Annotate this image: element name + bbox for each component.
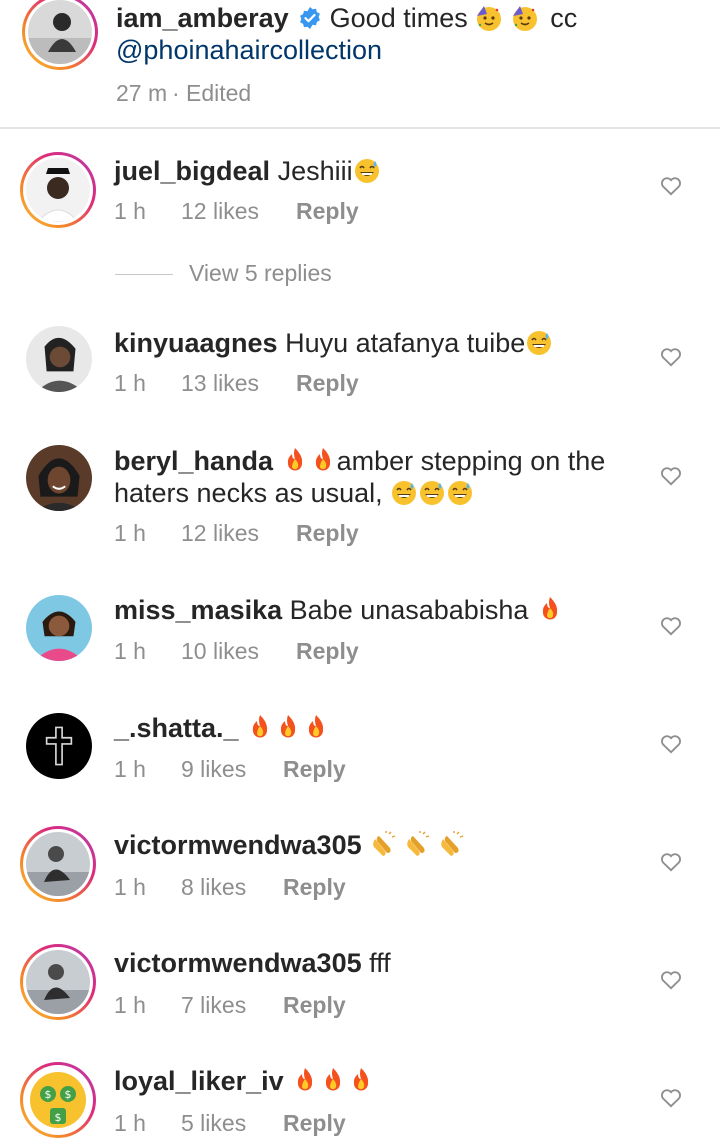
comment-time: 1 h [114,520,146,546]
avatar-image [26,950,90,1014]
verified-badge-icon [300,7,321,29]
comment-avatar[interactable] [26,445,92,511]
svg-text:$: $ [65,1088,72,1101]
heart-icon[interactable] [660,347,682,367]
comment-username[interactable]: _.shatta._ [114,713,239,743]
reply-button[interactable]: Reply [283,992,346,1019]
fire-icon [325,1068,341,1091]
comment-likes[interactable]: 12 likes [181,520,259,547]
fire-icon [297,1068,313,1091]
avatar-image [26,832,90,896]
caption-time: 27 m [116,80,168,106]
comment-likes[interactable]: 7 likes [181,992,246,1019]
fire-icon [353,1068,369,1091]
fire-icon [287,448,302,471]
comment-text: Babe unasababisha [289,595,529,625]
comment-avatar[interactable] [20,826,96,902]
avatar-image [28,0,92,64]
reply-button[interactable]: Reply [296,520,359,547]
heart-icon[interactable] [660,466,682,486]
caption-divider [0,127,720,129]
grinning-sweat-icon [420,481,445,505]
heart-icon[interactable] [660,852,682,872]
comment-text: Jeshiii [277,156,353,186]
fire-icon [280,715,296,738]
post-caption: iam_amberay Good times cc @phoinahaircol… [0,0,720,128]
comment-likes[interactable]: 5 likes [181,1110,246,1137]
reply-button[interactable]: Reply [296,198,359,225]
comment-text: Huyu atafanya tuibe [285,328,526,358]
heart-icon[interactable] [660,734,682,754]
caption-suffix: cc [550,3,578,33]
heart-icon[interactable] [660,616,682,636]
comment-username[interactable]: kinyuaagnes [114,328,278,358]
grinning-sweat-icon [392,481,417,505]
comment-avatar[interactable] [26,713,92,779]
grinning-sweat-icon [527,331,552,355]
caption-avatar[interactable] [22,0,98,70]
heart-icon[interactable] [660,1088,682,1108]
reply-button[interactable]: Reply [296,638,359,665]
comment-avatar[interactable]: $ $ $ [20,1062,96,1138]
avatar-image: $ $ $ [26,1068,90,1132]
comment-text: amber stepping on the [336,446,606,476]
comment-username[interactable]: loyal_liker_iv [114,1066,284,1096]
avatar-image [26,713,92,779]
comment-likes[interactable]: 9 likes [181,756,246,783]
comment-time: 1 h [114,198,146,224]
clapping-hands-icon [373,831,396,856]
reply-button[interactable]: Reply [283,756,346,783]
heart-icon[interactable] [660,970,682,990]
caption-username[interactable]: iam_amberay [116,3,289,33]
comment-likes[interactable]: 8 likes [181,874,246,901]
fire-icon [315,448,330,471]
avatar-image [26,595,92,661]
reply-button[interactable]: Reply [283,874,346,901]
partying-face-icon [512,6,537,31]
comment-time: 1 h [114,992,146,1018]
grinning-sweat-icon [354,159,379,183]
view-replies-label: View 5 replies [189,260,332,286]
comment-time: 1 h [114,874,146,900]
fire-icon [308,715,324,738]
comment-text-line2: haters necks as usual, [114,478,383,508]
comment-time: 1 h [114,1110,146,1136]
grinning-sweat-icon [448,481,473,505]
comment-avatar[interactable] [26,326,92,392]
avatar-image [26,326,92,392]
comment-likes[interactable]: 12 likes [181,198,259,225]
comment-username[interactable]: victormwendwa305 [114,948,362,978]
caption-separator: · [172,80,180,106]
caption-mention[interactable]: @phoinahaircollection [116,35,382,65]
comment-time: 1 h [114,756,146,782]
avatar-image [26,158,90,222]
reply-button[interactable]: Reply [283,1110,346,1137]
comment-time: 1 h [114,370,146,396]
comment-username[interactable]: juel_bigdeal [114,156,270,186]
comment-time: 1 h [114,638,146,664]
comment-username[interactable]: victormwendwa305 [114,830,362,860]
fire-icon [252,715,268,738]
caption-text: Good times [329,3,468,33]
clapping-hands-icon [407,831,430,856]
comment-avatar[interactable] [26,595,92,661]
comment-username[interactable]: miss_masika [114,595,282,625]
fire-icon [542,597,557,620]
partying-face-icon [477,6,502,31]
svg-text:$: $ [55,1111,62,1124]
comment-text: fff [369,948,391,978]
clapping-hands-icon [441,831,464,856]
comment-avatar[interactable] [20,152,96,228]
reply-button[interactable]: Reply [296,370,359,397]
svg-text:$: $ [45,1088,52,1101]
caption-edited: Edited [186,80,252,106]
heart-icon[interactable] [660,176,682,196]
comment-avatar[interactable] [20,944,96,1020]
comment-username[interactable]: beryl_handa [114,446,273,476]
avatar-image [26,445,92,511]
comment-likes[interactable]: 10 likes [181,638,259,665]
comment-likes[interactable]: 13 likes [181,370,259,397]
replies-divider [115,274,173,275]
